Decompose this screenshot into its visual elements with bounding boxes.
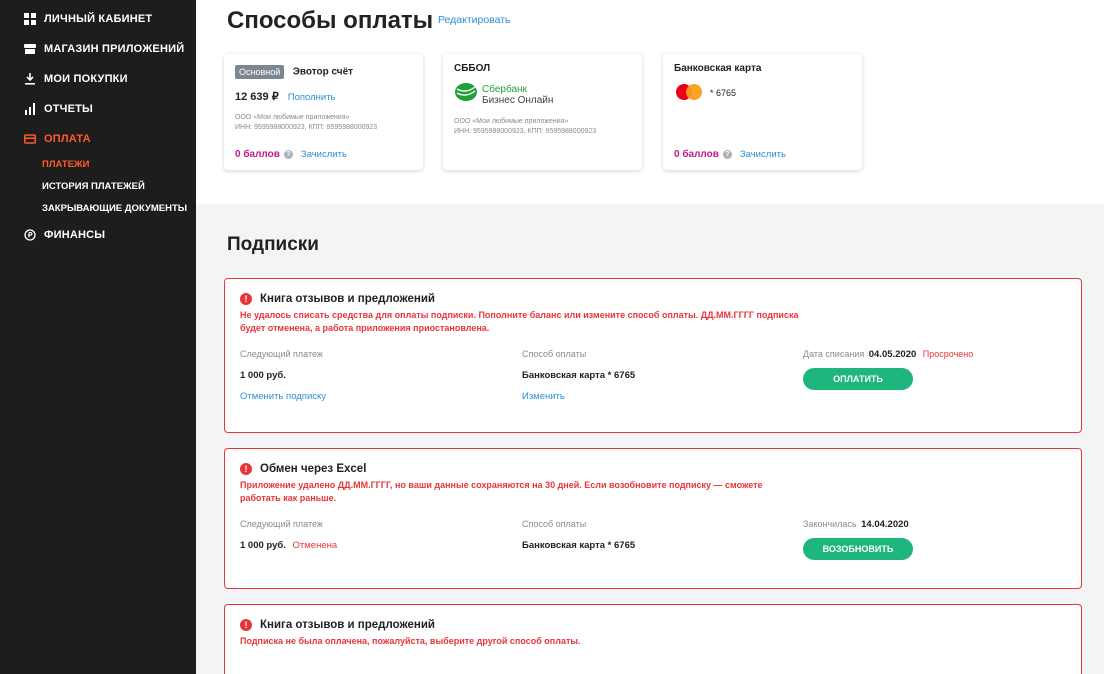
credit-points-link[interactable]: Зачислить (301, 149, 347, 160)
sberbank-name: Сбербанк (482, 83, 527, 95)
sidebar-item-label: МАГАЗИН ПРИЛОЖЕНИЙ (44, 43, 185, 55)
sidebar-item-label: ОТЧЕТЫ (44, 103, 94, 115)
subscription-card: ! Книга отзывов и предложений Не удалось… (224, 278, 1082, 433)
grid-icon (24, 13, 36, 25)
charge-date-value: 04.05.2020 (868, 349, 917, 360)
subscriptions-title: Подписки (227, 234, 319, 255)
sidebar-item-label: ФИНАНСЫ (44, 229, 106, 241)
subscription-error-message: Не удалось списать средства для оплаты п… (240, 310, 799, 333)
org-ids: ИНН: 9595988000923, КПП: 9595988000923 (235, 124, 378, 131)
error-icon: ! (240, 463, 252, 475)
error-icon: ! (240, 619, 252, 631)
ended-date-label: Закончилась (803, 519, 857, 529)
ended-date-value: 14.04.2020 (861, 519, 909, 530)
card-title: Эвотор счёт (292, 66, 354, 78)
payment-card-evotor[interactable]: Основной Эвотор счёт 12 639 ₽ Пополнить … (224, 54, 423, 170)
subscription-name: Книга отзывов и предложений (260, 619, 435, 631)
credit-points-link[interactable]: Зачислить (740, 149, 786, 160)
sberbank-subtitle: Бизнес Онлайн (482, 94, 554, 106)
sidebar-item-reports[interactable]: ОТЧЕТЫ (0, 94, 196, 124)
next-payment-label: Следующий платеж (240, 519, 323, 529)
download-icon (24, 73, 36, 85)
payment-method-label: Способ оплаты (522, 349, 587, 359)
subscription-card: ! Книга отзывов и предложений Подписка н… (224, 604, 1082, 674)
sidebar-item-payment[interactable]: ОПЛАТА (0, 124, 196, 154)
change-payment-method-link[interactable]: Изменить (522, 391, 635, 402)
credit-card-icon (24, 133, 36, 145)
help-icon[interactable]: ? (283, 150, 293, 159)
card-title: СББОЛ (454, 63, 491, 74)
payment-method-value: Банковская карта * 6765 (522, 370, 636, 381)
subscription-error-message: Приложение удалено ДД.ММ.ГГГГ, но ваши д… (240, 480, 763, 503)
next-payment-value: 1 000 руб. (240, 540, 286, 551)
account-balance: 12 639 ₽ (235, 91, 279, 103)
subscription-name: Обмен через Excel (260, 463, 367, 475)
subscription-card: ! Обмен через Excel Приложение удалено Д… (224, 448, 1082, 589)
bar-chart-icon (24, 103, 36, 115)
main-content: Способы оплаты Редактировать Основной Эв… (196, 0, 1104, 674)
payment-method-value: Банковская карта * 6765 (522, 540, 636, 551)
sberbank-logo: Сбербанк Бизнес Онлайн (454, 82, 631, 107)
next-payment-value: 1 000 руб. (240, 370, 286, 381)
subscription-name: Книга отзывов и предложений (260, 293, 435, 305)
sidebar-item-label: МОИ ПОКУПКИ (44, 73, 128, 85)
sidebar: ЛИЧНЫЙ КАБИНЕТ МАГАЗИН ПРИЛОЖЕНИЙ МОИ ПО… (0, 0, 196, 674)
subscription-error-message: Подписка не была оплачена, пожалуйста, в… (240, 636, 581, 646)
cancelled-status: Отменена (292, 540, 338, 551)
edit-payment-methods-link[interactable]: Редактировать (438, 14, 511, 26)
cancel-subscription-link[interactable]: Отменить подписку (240, 391, 326, 402)
card-mask: * 6765 (710, 88, 737, 98)
sberbank-icon (454, 82, 478, 107)
sidebar-item-purchases[interactable]: МОИ ПОКУПКИ (0, 64, 196, 94)
payment-card-sbbol[interactable]: СББОЛ Сбербанк Бизнес Онлайн ООО «Мои лю… (443, 54, 642, 170)
pay-button[interactable]: ОПЛАТИТЬ (803, 368, 913, 390)
mastercard-icon (674, 83, 704, 103)
sidebar-subitem-payments[interactable]: ПЛАТЕЖИ (0, 154, 196, 176)
resume-button[interactable]: ВОЗОБНОВИТЬ (803, 538, 913, 560)
ruble-circle-icon (24, 229, 36, 241)
payment-card-bank-card[interactable]: Банковская карта * 6765 0 баллов ? Зачис… (663, 54, 862, 170)
sidebar-item-label: ЛИЧНЫЙ КАБИНЕТ (44, 13, 153, 25)
overdue-status: Просрочено (922, 349, 974, 359)
sidebar-item-account[interactable]: ЛИЧНЫЙ КАБИНЕТ (0, 4, 196, 34)
payment-method-label: Способ оплаты (522, 519, 587, 529)
payment-methods-section: Способы оплаты Редактировать Основной Эв… (196, 0, 1104, 204)
error-icon: ! (240, 293, 252, 305)
topup-link[interactable]: Пополнить (288, 92, 336, 103)
org-ids: ИНН: 9595988000923, КПП: 9595988000923 (454, 128, 597, 135)
sidebar-subitem-payment-history[interactable]: ИСТОРИЯ ПЛАТЕЖЕЙ (0, 176, 196, 198)
points-balance: 0 баллов (235, 149, 280, 160)
next-payment-label: Следующий платеж (240, 349, 323, 359)
sidebar-item-app-store[interactable]: МАГАЗИН ПРИЛОЖЕНИЙ (0, 34, 196, 64)
org-name: ООО «Мои любимые приложения» (235, 114, 350, 121)
points-balance: 0 баллов (674, 149, 719, 160)
primary-badge: Основной (235, 64, 285, 79)
sidebar-item-label: ОПЛАТА (44, 133, 91, 145)
sidebar-item-finance[interactable]: ФИНАНСЫ (0, 220, 196, 250)
help-icon[interactable]: ? (722, 150, 732, 159)
org-name: ООО «Мои любимые приложения» (454, 118, 569, 125)
store-icon (24, 43, 36, 55)
sidebar-subitem-closing-documents[interactable]: ЗАКРЫВАЮЩИЕ ДОКУМЕНТЫ (0, 198, 196, 220)
charge-date-label: Дата списания (803, 349, 865, 359)
card-title: Банковская карта (674, 63, 762, 74)
page-title: Способы оплаты (227, 7, 434, 34)
